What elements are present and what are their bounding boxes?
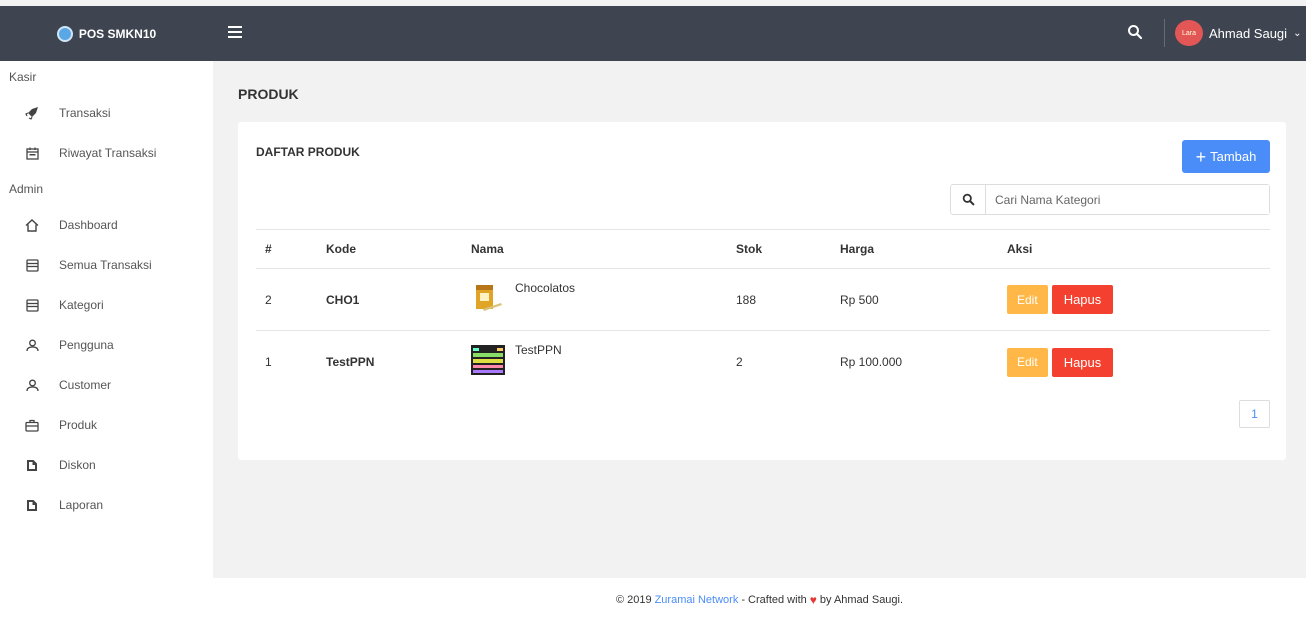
footer-text: - Crafted with [741, 593, 807, 606]
plus-icon: + [1195, 146, 1207, 167]
sidebar-item-diskon[interactable]: Diskon [0, 445, 213, 485]
product-name: Chocolatos [515, 281, 576, 295]
footer-link[interactable]: Zuramai Network [655, 594, 739, 606]
edit-button[interactable]: Edit [1007, 285, 1048, 314]
row-actions: Edit Hapus [1007, 331, 1114, 393]
footer-author: by Ahmad Saugi. [819, 593, 904, 606]
product-name: TestPPN [515, 343, 562, 357]
footer: © 2019 Zuramai Network - Crafted with ♥ … [213, 578, 1306, 621]
sidebar-item-label: Transaksi [59, 106, 111, 120]
inbox-icon [24, 257, 40, 273]
row-nama: TestPPN [471, 331, 562, 393]
sidebar-item-transaksi[interactable]: Transaksi [0, 93, 213, 133]
header-aksi: Aksi [1007, 242, 1033, 256]
table-row: 1 TestPPN TestPPN 2 Rp 100.000 Edit Hapu… [256, 331, 1270, 393]
sidebar-item-laporan[interactable]: Laporan [0, 485, 213, 525]
pagination-page[interactable]: 1 [1239, 400, 1270, 428]
add-product-button[interactable]: + Tambah [1182, 140, 1270, 173]
top-navbar: POS SMKN10 Lara Ahmad Saugi ⌄ [0, 6, 1306, 61]
row-no: 2 [265, 292, 272, 307]
row-kode: TestPPN [326, 355, 375, 369]
table-row: 2 CHO1 Chocolatos 188 Rp 500 Edit Hapus [256, 269, 1270, 331]
sidebar-item-kategori[interactable]: Kategori [0, 285, 213, 325]
row-nama: Chocolatos [471, 269, 575, 330]
sidebar-item-dashboard[interactable]: Dashboard [0, 205, 213, 245]
sidebar-item-label: Semua Transaksi [59, 258, 152, 272]
row-harga: Rp 100.000 [840, 355, 903, 369]
user-menu[interactable]: Lara Ahmad Saugi ⌄ [1175, 20, 1301, 46]
sidebar-item-label: Diskon [59, 458, 96, 472]
calendar-icon [24, 145, 40, 161]
brand[interactable]: POS SMKN10 [0, 6, 213, 61]
user-icon [24, 377, 40, 393]
sidebar: Kasir Transaksi Riwayat Transaksi Admin … [0, 61, 213, 621]
footer-copyright: © 2019 [615, 593, 652, 606]
sidebar-item-customer[interactable]: Customer [0, 365, 213, 405]
search-icon [951, 185, 986, 214]
header-stok: Stok [736, 242, 763, 256]
table-header: # Kode Nama Stok Harga Aksi [256, 229, 1270, 269]
header-harga: Harga [840, 242, 875, 256]
brand-name: POS SMKN10 [78, 26, 157, 41]
delete-button[interactable]: Hapus [1051, 347, 1114, 377]
user-icon [24, 337, 40, 353]
add-button-label: Tambah [1210, 149, 1257, 164]
sidebar-item-riwayat-transaksi[interactable]: Riwayat Transaksi [0, 133, 213, 173]
sidebar-item-pengguna[interactable]: Pengguna [0, 325, 213, 365]
sidebar-section-kasir: Kasir [9, 70, 37, 84]
search-box [950, 184, 1270, 215]
rocket-icon [24, 105, 40, 121]
row-no: 1 [265, 355, 272, 369]
sidebar-item-label: Produk [59, 418, 98, 432]
delete-button[interactable]: Hapus [1051, 285, 1114, 314]
brand-logo-icon [56, 25, 73, 42]
header-no: # [265, 242, 272, 256]
search-input[interactable] [986, 185, 1269, 214]
product-table: # Kode Nama Stok Harga Aksi 2 CHO1 Choco… [256, 229, 1270, 393]
card-title: DAFTAR PRODUK [256, 145, 360, 159]
navbar-divider [1164, 19, 1165, 47]
sidebar-item-produk[interactable]: Produk [0, 405, 213, 445]
sidebar-item-label: Laporan [59, 498, 104, 512]
search-icon[interactable] [1127, 23, 1143, 41]
row-harga: Rp 500 [840, 292, 879, 307]
chevron-down-icon: ⌄ [1293, 27, 1302, 39]
avatar: Lara [1175, 20, 1203, 46]
product-list-card: DAFTAR PRODUK + Tambah # Kode Nama Stok … [238, 122, 1286, 460]
page-title: PRODUK [238, 86, 299, 102]
row-kode: CHO1 [326, 292, 360, 307]
user-name: Ahmad Saugi [1209, 25, 1288, 41]
file-icon [24, 457, 40, 473]
sidebar-item-semua-transaksi[interactable]: Semua Transaksi [0, 245, 213, 285]
menu-toggle-icon[interactable] [228, 22, 242, 42]
row-stok: 2 [736, 355, 743, 369]
heart-icon: ♥ [809, 592, 817, 607]
sidebar-item-label: Pengguna [59, 338, 114, 352]
row-stok: 188 [736, 292, 757, 307]
file-icon [24, 497, 40, 513]
row-actions: Edit Hapus [1007, 269, 1114, 330]
edit-button[interactable]: Edit [1007, 347, 1048, 377]
header-kode: Kode [326, 242, 356, 256]
sidebar-item-label: Customer [59, 378, 112, 392]
product-thumbnail [476, 285, 502, 311]
sidebar-item-label: Dashboard [59, 218, 118, 232]
header-nama: Nama [471, 242, 504, 256]
briefcase-icon [24, 417, 40, 433]
home-icon [24, 217, 40, 233]
sidebar-item-label: Riwayat Transaksi [59, 146, 157, 160]
sidebar-section-admin: Admin [9, 182, 44, 196]
product-thumbnail [471, 345, 505, 375]
sidebar-item-label: Kategori [59, 298, 104, 312]
inbox-icon [24, 297, 40, 313]
